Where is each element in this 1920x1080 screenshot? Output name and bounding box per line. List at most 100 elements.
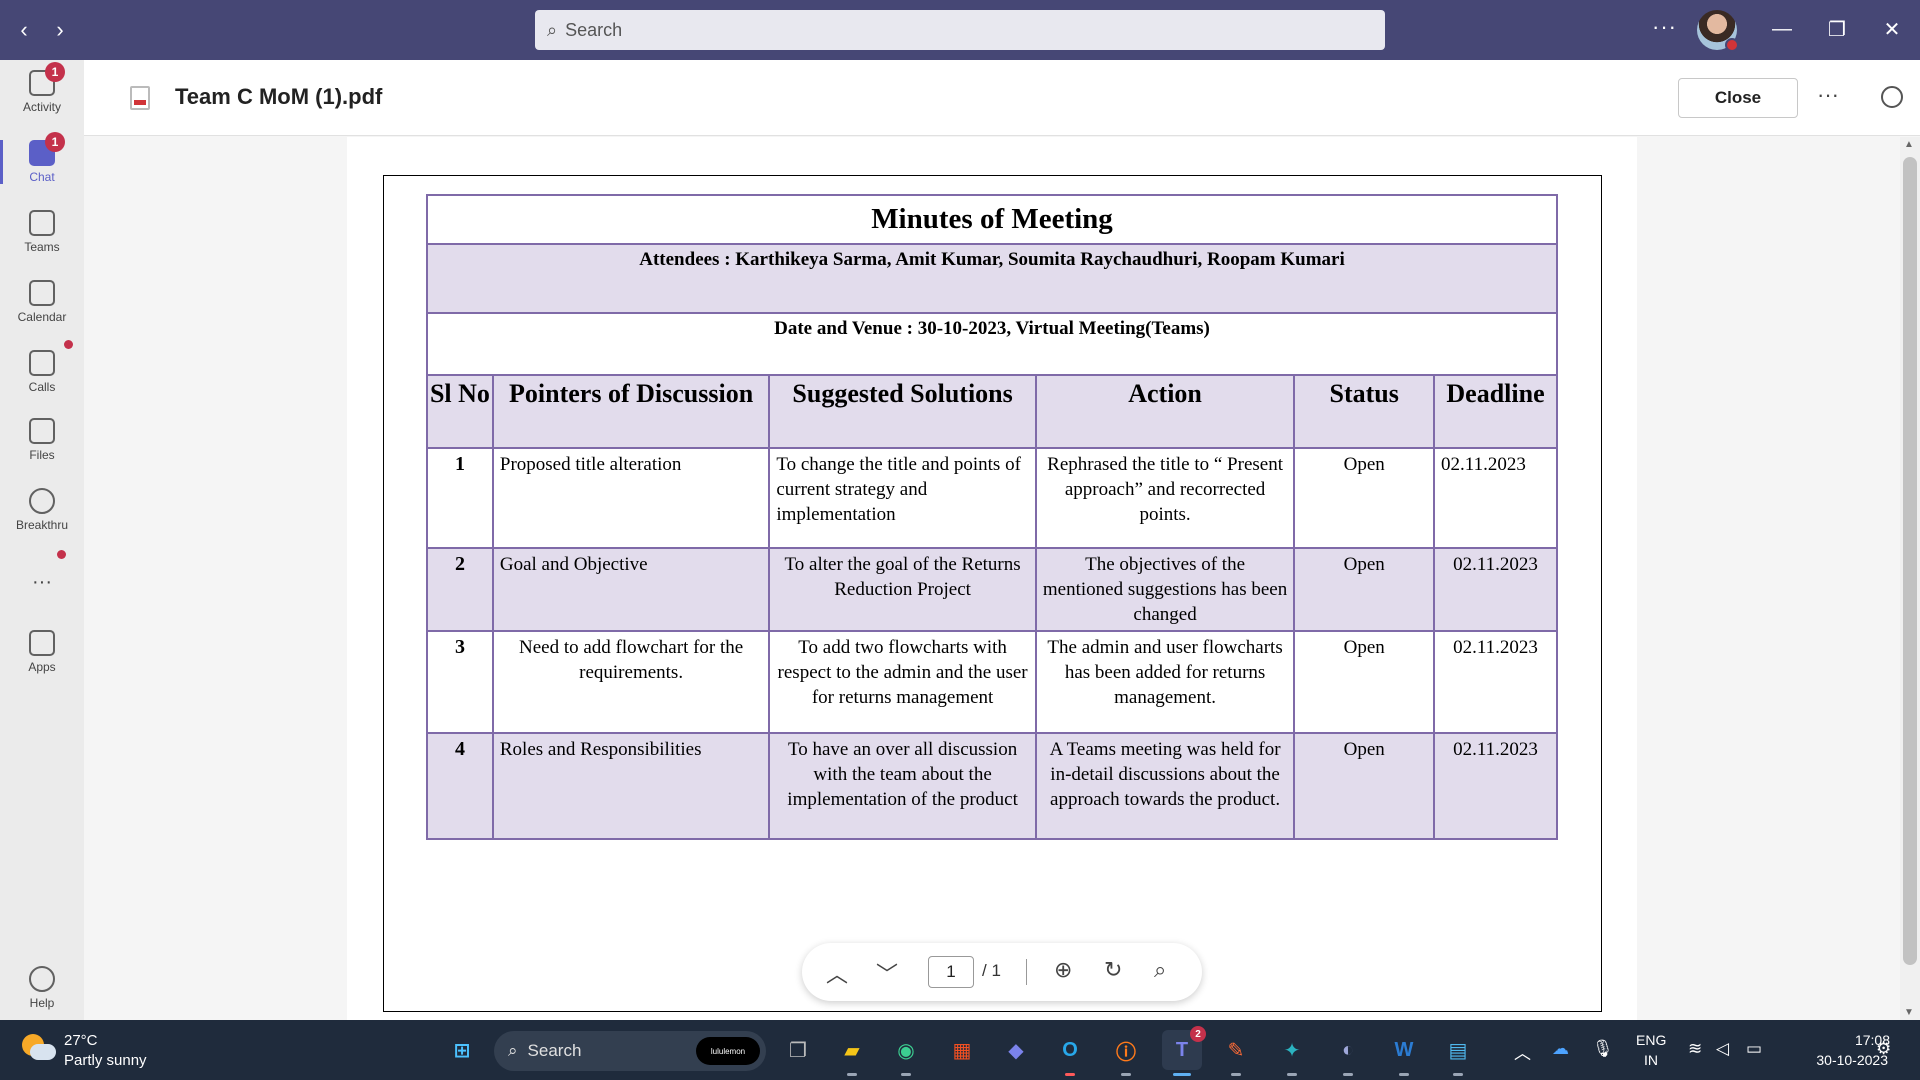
- notifications-icon[interactable]: ⚙: [1876, 1039, 1891, 1059]
- phone-icon: [29, 340, 73, 376]
- more-apps-icon: ···: [32, 570, 52, 593]
- rail-label: Teams: [24, 240, 60, 254]
- temperature: 27°C: [64, 1032, 98, 1049]
- page-total: / 1: [982, 961, 1001, 980]
- column-header: Deadline: [1433, 374, 1558, 449]
- table-row: 1 Proposed title alteration To change th…: [426, 447, 1558, 549]
- microphone-muted-icon[interactable]: 🎙: [1592, 1039, 1614, 1059]
- action-cell: The objectives of the mentioned suggesti…: [1034, 547, 1296, 632]
- language-region: IN: [1644, 1052, 1658, 1068]
- action-cell: Rephrased the title to “ Present approac…: [1034, 447, 1296, 549]
- file-explorer-icon[interactable]: ▰: [832, 1030, 872, 1076]
- rail-label: Chat: [29, 170, 55, 184]
- calls-dot-icon: [64, 340, 73, 349]
- minutes-table: Minutes of Meeting Attendees : Karthikey…: [426, 194, 1558, 840]
- scroll-down-icon[interactable]: ▼: [1904, 1007, 1914, 1018]
- close-button[interactable]: Close: [1678, 78, 1798, 118]
- deadline-cell: 02.11.2023: [1433, 630, 1558, 734]
- clock-date[interactable]: 30-10-2023: [1788, 1052, 1888, 1068]
- search-icon[interactable]: ⌕: [1154, 957, 1166, 983]
- rail-label: Activity: [22, 100, 61, 114]
- scroll-up-icon[interactable]: ▲: [1904, 139, 1914, 150]
- back-arrow-icon[interactable]: ‹: [10, 16, 38, 44]
- app-rail: 1 Activity 1 Chat Teams Calendar Calls F…: [0, 60, 84, 1020]
- taskbar-search-label: Search: [527, 1041, 582, 1060]
- page-number-input[interactable]: 1: [928, 956, 974, 988]
- forward-arrow-icon[interactable]: ›: [46, 16, 74, 44]
- rail-label: Breakthru: [15, 518, 69, 532]
- task-view-icon[interactable]: ❐: [778, 1030, 818, 1070]
- column-header: Status: [1293, 374, 1436, 449]
- start-button[interactable]: ⊞: [442, 1030, 482, 1070]
- weather-icon[interactable]: [22, 1034, 56, 1062]
- solution-cell: To change the title and points of curren…: [768, 447, 1037, 549]
- show-hidden-icons-icon[interactable]: ︿: [1514, 1039, 1531, 1064]
- minimize-button[interactable]: —: [1767, 14, 1797, 44]
- rail-item-more[interactable]: ···: [0, 550, 84, 614]
- notepad-icon[interactable]: ▤: [1438, 1030, 1478, 1076]
- pdf-toolbar: ︿ ﹀ 1 / 1 ⊕ ↻ ⌕: [802, 943, 1202, 1001]
- deadline-cell: 02.11.2023: [1433, 547, 1558, 632]
- store-icon[interactable]: ▦: [942, 1030, 982, 1070]
- rail-item-teams[interactable]: Teams: [0, 200, 84, 264]
- pointer-cell: Goal and Objective: [491, 547, 771, 632]
- vertical-scrollbar[interactable]: ▲ ▼: [1900, 137, 1920, 1020]
- next-page-icon[interactable]: ﹀: [876, 957, 898, 989]
- calendar-icon: [29, 280, 55, 306]
- rail-label: Calls: [28, 380, 56, 394]
- eclipse-icon[interactable]: ◐: [1328, 1030, 1368, 1076]
- taskbar-search[interactable]: ⌕ Search lululemon: [494, 1031, 766, 1071]
- search-input[interactable]: ⌕ Search: [535, 10, 1385, 50]
- rail-item-files[interactable]: Files: [0, 408, 84, 472]
- column-header: Pointers of Discussion: [491, 374, 771, 449]
- pen-app-icon[interactable]: ✎: [1216, 1030, 1256, 1076]
- document-header: Team C MoM (1).pdf Close ···: [84, 60, 1920, 136]
- scroll-thumb[interactable]: [1903, 157, 1917, 965]
- conversation-icon[interactable]: [1881, 86, 1903, 108]
- outlook-icon[interactable]: O: [1050, 1030, 1090, 1076]
- rail-item-activity[interactable]: 1 Activity: [0, 60, 84, 124]
- language-indicator[interactable]: ENG: [1636, 1032, 1666, 1048]
- avatar[interactable]: [1697, 10, 1739, 52]
- info-app-icon[interactable]: ⓘ: [1106, 1030, 1146, 1076]
- previous-page-icon[interactable]: ︿: [826, 957, 848, 989]
- search-placeholder: Search: [565, 19, 623, 40]
- volume-icon[interactable]: ◁: [1716, 1039, 1729, 1059]
- zoom-in-icon[interactable]: ⊕: [1054, 957, 1072, 983]
- solution-cell: To alter the goal of the Returns Reducti…: [768, 547, 1037, 632]
- sl-cell: 2: [426, 547, 494, 632]
- more-options-icon[interactable]: ···: [1817, 82, 1839, 108]
- word-icon[interactable]: W: [1384, 1030, 1424, 1076]
- solution-cell: To have an over all discussion with the …: [768, 732, 1037, 840]
- rail-item-apps[interactable]: Apps: [0, 620, 84, 684]
- rail-item-help[interactable]: Help: [0, 956, 84, 1020]
- chat-badge: 1: [45, 132, 65, 152]
- copilot-icon[interactable]: ◆: [996, 1030, 1036, 1070]
- rail-item-breakthru[interactable]: Breakthru: [0, 478, 84, 542]
- pointer-cell: Roles and Responsibilities: [491, 732, 771, 840]
- maximize-button[interactable]: ❐: [1822, 14, 1852, 44]
- rail-item-calendar[interactable]: Calendar: [0, 270, 84, 334]
- activity-badge: 1: [45, 62, 65, 82]
- rotate-icon[interactable]: ↻: [1104, 957, 1122, 983]
- pdf-file-icon: [130, 86, 150, 110]
- action-cell: A Teams meeting was held for in-detail d…: [1034, 732, 1296, 840]
- search-icon: ⌕: [508, 1041, 518, 1060]
- onedrive-icon[interactable]: ☁: [1552, 1039, 1569, 1059]
- more-options-icon[interactable]: ···: [1652, 14, 1677, 40]
- teams-icon: [29, 210, 55, 236]
- rail-item-calls[interactable]: Calls: [0, 340, 84, 404]
- wifi-icon[interactable]: ≋: [1688, 1039, 1702, 1059]
- solution-cell: To add two flowcharts with respect to th…: [768, 630, 1037, 734]
- document-title: Team C MoM (1).pdf: [175, 84, 383, 109]
- close-window-button[interactable]: ✕: [1877, 14, 1907, 44]
- drawing-app-icon[interactable]: ✦: [1272, 1030, 1312, 1076]
- table-row: 4 Roles and Responsibilities To have an …: [426, 732, 1558, 840]
- breakthru-icon: [29, 488, 55, 514]
- edge-icon[interactable]: ◉: [886, 1030, 926, 1076]
- battery-icon[interactable]: ▭: [1746, 1039, 1762, 1059]
- sl-cell: 4: [426, 732, 494, 840]
- date-venue: Date and Venue : 30-10-2023, Virtual Mee…: [426, 312, 1558, 376]
- teams-app-icon[interactable]: T 2: [1162, 1026, 1206, 1076]
- rail-item-chat[interactable]: 1 Chat: [0, 130, 84, 194]
